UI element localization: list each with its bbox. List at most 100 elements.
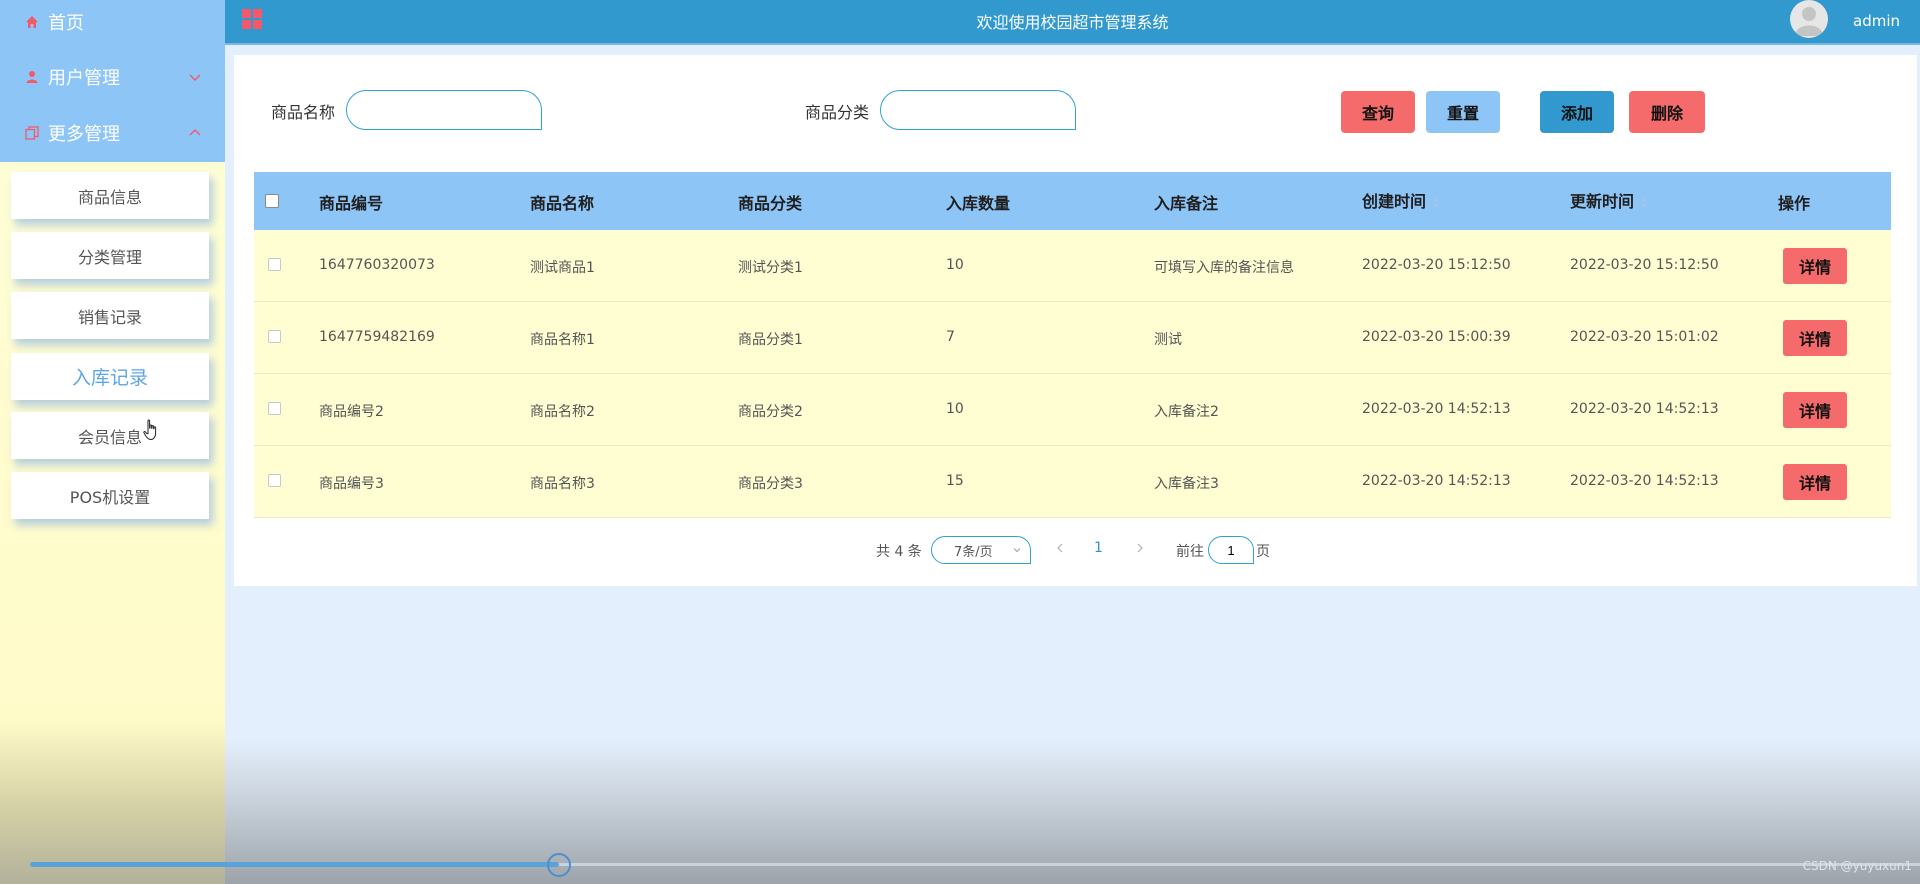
select-all-checkbox[interactable] bbox=[265, 194, 279, 208]
home-icon bbox=[24, 14, 40, 30]
cell-note: 测试 bbox=[1154, 332, 1182, 348]
sidebar-item-label: 首页 bbox=[48, 13, 84, 34]
table-row: 1647759482169 商品名称1 商品分类1 7 测试 2022-03-2… bbox=[254, 302, 1891, 374]
cell-updated: 2022-03-20 14:52:13 bbox=[1570, 473, 1719, 489]
page-number[interactable]: 1 bbox=[1094, 540, 1103, 556]
table-row: 商品编号2 商品名称2 商品分类2 10 入库备注2 2022-03-20 14… bbox=[254, 374, 1891, 446]
sort-icon[interactable] bbox=[1432, 197, 1440, 209]
cell-note: 可填写入库的备注信息 bbox=[1154, 260, 1294, 276]
next-page-icon[interactable] bbox=[1134, 540, 1146, 556]
detail-button[interactable]: 详情 bbox=[1783, 392, 1847, 428]
product-name-input[interactable] bbox=[346, 90, 542, 130]
detail-button[interactable]: 详情 bbox=[1783, 464, 1847, 500]
column-header: 商品名称 bbox=[530, 194, 595, 213]
row-checkbox[interactable] bbox=[268, 474, 281, 487]
sidebar-sub-item-category[interactable]: 分类管理 bbox=[11, 232, 209, 279]
column-header: 商品分类 bbox=[738, 194, 803, 213]
add-button[interactable]: 添加 bbox=[1540, 91, 1614, 133]
column-header-label: 更新时间 bbox=[1570, 192, 1635, 211]
product-name-label: 商品名称 bbox=[271, 103, 336, 122]
goto-page-input[interactable] bbox=[1208, 536, 1254, 564]
goto-prefix: 前往 bbox=[1176, 544, 1204, 560]
app-title: 欢迎使用校园超市管理系统 bbox=[976, 13, 1169, 32]
page-size-select[interactable]: 7条/页 bbox=[931, 536, 1031, 564]
progress-slider-thumb[interactable] bbox=[547, 853, 571, 877]
table-row: 1647760320073 测试商品1 测试分类1 10 可填写入库的备注信息 … bbox=[254, 230, 1891, 302]
cell-updated: 2022-03-20 15:12:50 bbox=[1570, 257, 1719, 273]
stock-in-table: 商品编号 商品名称 商品分类 入库数量 入库备注 创建时间 更新时间 操作 16… bbox=[254, 172, 1891, 518]
cell-code: 1647760320073 bbox=[319, 257, 435, 273]
cell-name: 测试商品1 bbox=[530, 260, 595, 276]
sidebar-item-home[interactable]: 首页 bbox=[0, 0, 225, 44]
sidebar: 首页 用户管理 更多管理 商品信息 分类管理 销售记录 入库记录 会员信息 PO… bbox=[0, 0, 225, 884]
sidebar-sub-item-stock-in[interactable]: 入库记录 bbox=[11, 353, 209, 400]
top-header: 欢迎使用校园超市管理系统 admin bbox=[225, 0, 1920, 45]
page-size-value: 7条/页 bbox=[954, 544, 993, 560]
cell-qty: 15 bbox=[946, 473, 964, 489]
username[interactable]: admin bbox=[1853, 12, 1900, 30]
cell-qty: 10 bbox=[946, 257, 964, 273]
user-avatar-icon bbox=[1795, 7, 1823, 36]
cell-note: 入库备注2 bbox=[1154, 404, 1219, 420]
total-count: 共 4 条 bbox=[876, 544, 922, 560]
goto-suffix: 页 bbox=[1256, 544, 1270, 560]
table-row: 商品编号3 商品名称3 商品分类3 15 入库备注3 2022-03-20 14… bbox=[254, 446, 1891, 518]
sub-item-label: 商品信息 bbox=[77, 187, 142, 207]
copy-icon bbox=[24, 125, 40, 141]
prev-page-icon[interactable] bbox=[1054, 540, 1066, 556]
reset-button[interactable]: 重置 bbox=[1426, 91, 1500, 133]
row-checkbox[interactable] bbox=[268, 258, 281, 271]
user-icon bbox=[24, 69, 40, 85]
cell-created: 2022-03-20 15:00:39 bbox=[1362, 329, 1511, 345]
column-header: 操作 bbox=[1778, 194, 1811, 213]
sidebar-item-label: 用户管理 bbox=[48, 68, 120, 89]
hand-cursor-icon bbox=[143, 419, 157, 441]
cell-qty: 10 bbox=[946, 401, 964, 417]
sidebar-sub-item-members[interactable]: 会员信息 bbox=[11, 412, 209, 459]
cell-name: 商品名称3 bbox=[530, 476, 595, 492]
column-header-label: 创建时间 bbox=[1362, 192, 1427, 211]
query-button[interactable]: 查询 bbox=[1341, 91, 1415, 133]
row-checkbox[interactable] bbox=[268, 402, 281, 415]
cell-name: 商品名称1 bbox=[530, 332, 595, 348]
chevron-down-icon bbox=[189, 74, 201, 81]
cell-updated: 2022-03-20 14:52:13 bbox=[1570, 401, 1719, 417]
row-checkbox[interactable] bbox=[268, 330, 281, 343]
cell-created: 2022-03-20 14:52:13 bbox=[1362, 473, 1511, 489]
cell-category: 商品分类1 bbox=[738, 332, 803, 348]
sub-item-label: 销售记录 bbox=[77, 307, 142, 327]
sidebar-item-user-management[interactable]: 用户管理 bbox=[0, 55, 225, 99]
avatar[interactable] bbox=[1790, 0, 1828, 38]
cell-code: 1647759482169 bbox=[319, 329, 435, 345]
cell-code: 商品编号2 bbox=[319, 404, 384, 420]
sub-item-label: 分类管理 bbox=[77, 247, 142, 267]
product-category-input[interactable] bbox=[880, 90, 1076, 130]
column-header-sortable[interactable]: 更新时间 bbox=[1570, 188, 1648, 212]
progress-slider-fill bbox=[30, 862, 559, 867]
cell-category: 商品分类3 bbox=[738, 476, 803, 492]
cell-qty: 7 bbox=[946, 329, 955, 345]
cell-created: 2022-03-20 14:52:13 bbox=[1362, 401, 1511, 417]
cell-created: 2022-03-20 15:12:50 bbox=[1362, 257, 1511, 273]
cell-name: 商品名称2 bbox=[530, 404, 595, 420]
delete-button[interactable]: 删除 bbox=[1629, 91, 1705, 133]
sort-icon[interactable] bbox=[1640, 197, 1648, 209]
cell-updated: 2022-03-20 15:01:02 bbox=[1570, 329, 1719, 345]
sub-item-label: 入库记录 bbox=[71, 367, 148, 389]
sidebar-sub-item-pos[interactable]: POS机设置 bbox=[11, 472, 209, 519]
table-header: 商品编号 商品名称 商品分类 入库数量 入库备注 创建时间 更新时间 操作 bbox=[254, 172, 1891, 230]
column-header-sortable[interactable]: 创建时间 bbox=[1362, 188, 1440, 212]
chevron-down-icon bbox=[1013, 548, 1021, 553]
sidebar-sub-item-sales[interactable]: 销售记录 bbox=[11, 292, 209, 339]
sidebar-sub-item-product-info[interactable]: 商品信息 bbox=[11, 172, 209, 219]
column-header: 入库备注 bbox=[1154, 194, 1219, 213]
detail-button[interactable]: 详情 bbox=[1783, 248, 1847, 284]
detail-button[interactable]: 详情 bbox=[1783, 320, 1847, 356]
sub-item-label: POS机设置 bbox=[69, 487, 151, 507]
sidebar-item-label: 更多管理 bbox=[48, 124, 120, 145]
product-category-label: 商品分类 bbox=[805, 103, 870, 122]
sub-item-label: 会员信息 bbox=[77, 427, 142, 447]
sidebar-item-more-management[interactable]: 更多管理 bbox=[0, 111, 225, 155]
column-header: 商品编号 bbox=[319, 194, 384, 213]
chevron-up-icon bbox=[189, 129, 201, 136]
